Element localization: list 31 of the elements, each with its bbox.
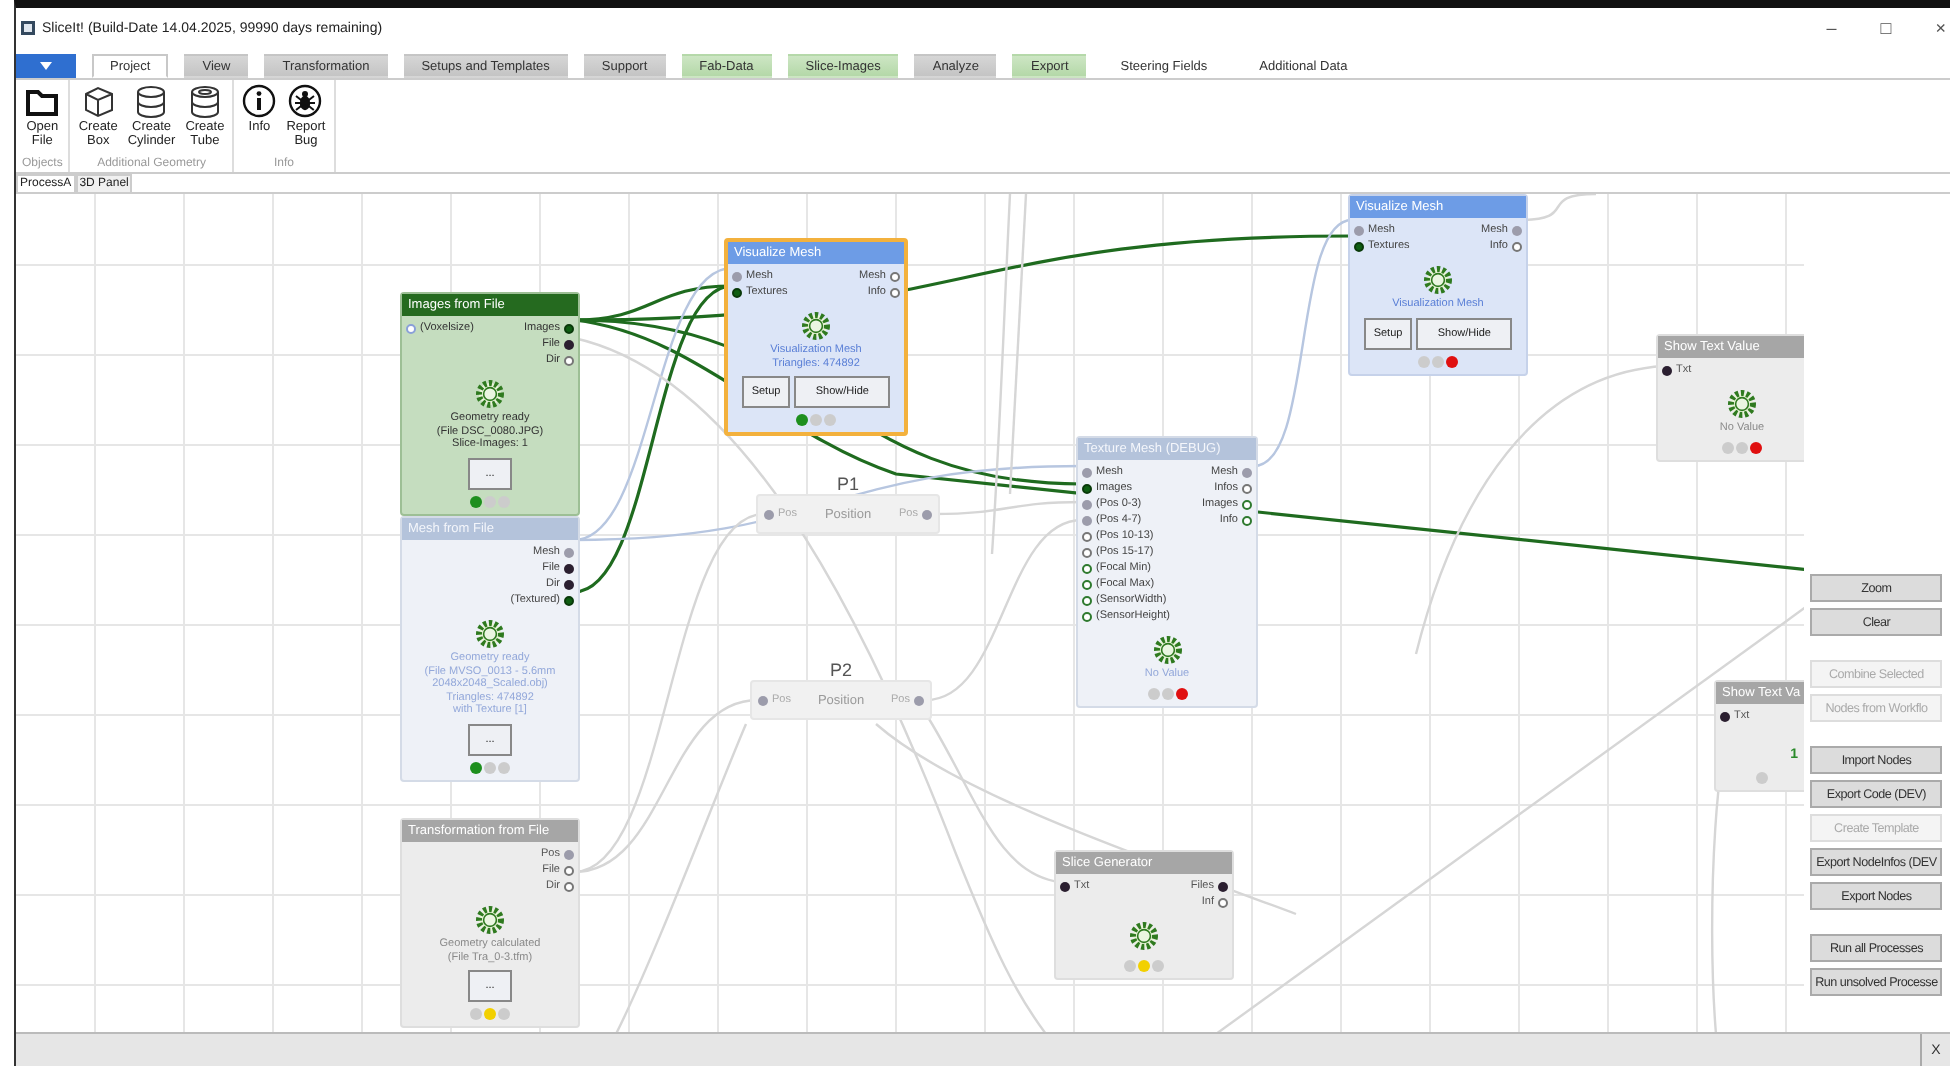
app-icon — [20, 20, 36, 36]
port-handle[interactable] — [758, 695, 768, 705]
gear-icon — [1422, 264, 1454, 296]
cube-icon — [81, 84, 116, 118]
node-tag: P1 — [836, 474, 859, 494]
cylinder-icon — [134, 84, 169, 118]
port-handle[interactable] — [922, 509, 932, 519]
minimize-button[interactable]: – — [1826, 18, 1837, 38]
gear-icon — [474, 904, 506, 936]
port-handle[interactable] — [914, 695, 924, 705]
node-canvas[interactable] — [16, 194, 1805, 1032]
close-button[interactable]: × — [1935, 18, 1946, 38]
bug-icon — [288, 84, 323, 118]
gear-icon — [1151, 634, 1183, 666]
maximize-button[interactable]: □ — [1880, 18, 1892, 38]
gear-icon — [1128, 920, 1160, 952]
port-handle[interactable] — [1662, 365, 1672, 375]
gear-icon — [800, 310, 832, 342]
port-handle[interactable] — [764, 509, 774, 519]
gear-icon — [474, 378, 506, 410]
app-menu-button[interactable] — [16, 54, 76, 78]
tube-icon — [187, 84, 222, 118]
caret-icon — [40, 62, 52, 70]
port-handle[interactable] — [1720, 711, 1730, 721]
port-handle[interactable] — [1060, 881, 1070, 891]
node-tag: P2 — [829, 660, 852, 680]
gear-icon — [1726, 388, 1758, 420]
port-handle[interactable] — [406, 323, 416, 333]
info-icon — [242, 84, 277, 118]
gear-icon — [474, 618, 506, 650]
folder-icon — [25, 84, 60, 118]
